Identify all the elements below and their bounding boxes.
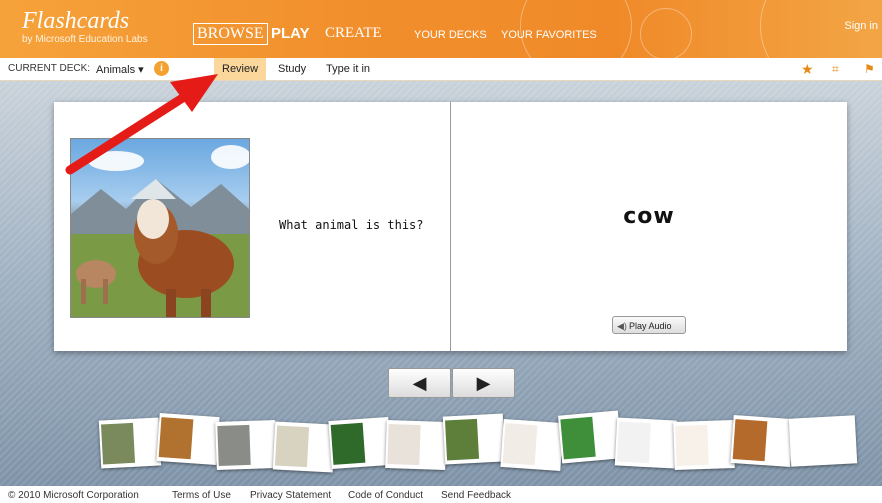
tab-review[interactable]: Review: [214, 58, 267, 80]
thumbnail-card-dog[interactable]: [156, 412, 220, 466]
thumbnail-card-bird[interactable]: [442, 413, 506, 465]
cow-illustration: [71, 145, 249, 317]
thumbnail-card-chicken[interactable]: [500, 418, 564, 472]
thumbnail-card-fish[interactable]: [328, 416, 392, 470]
footer-feedback-link[interactable]: Send Feedback: [441, 490, 511, 501]
info-icon[interactable]: i: [154, 61, 169, 76]
hamster-icon: [387, 424, 421, 466]
cow-photo: [70, 138, 250, 318]
deer-icon: [100, 422, 136, 465]
decor-circle: [640, 8, 692, 58]
speaker-icon: ◀): [617, 321, 627, 331]
lizard-icon: [560, 416, 596, 460]
spider-icon: [616, 421, 652, 464]
flashcard-stage: What animal is this? cow ◀) Play Audio ◀ …: [0, 81, 882, 486]
sign-in-link[interactable]: Sign in: [844, 20, 878, 32]
arrow-left-icon: ◀: [412, 373, 427, 393]
play-audio-button[interactable]: ◀) Play Audio: [612, 316, 686, 334]
nav-browse[interactable]: BROWSE: [193, 23, 268, 45]
top-header: Flashcards by Microsoft Education Labs B…: [0, 0, 882, 58]
app-subtitle: by Microsoft Education Labs: [22, 34, 148, 45]
tab-type-it-in[interactable]: Type it in: [318, 58, 378, 80]
footer-privacy-link[interactable]: Privacy Statement: [250, 490, 331, 501]
arrow-right-icon: ▶: [476, 373, 491, 393]
bird-icon: [444, 418, 480, 461]
thumbnail-card-starfish[interactable]: [673, 419, 735, 471]
page-footer: © 2010 Microsoft Corporation Terms of Us…: [0, 486, 882, 503]
chicken-icon: [502, 423, 538, 466]
thumbnail-card-blank[interactable]: [788, 415, 858, 467]
thumbnail-card-deer[interactable]: [98, 417, 162, 469]
footer-terms-link[interactable]: Terms of Use: [172, 490, 231, 501]
app-title: Flashcards: [22, 8, 130, 34]
deck-selector[interactable]: Animals ▾: [96, 63, 144, 76]
flashcard[interactable]: What animal is this? cow ◀) Play Audio: [54, 102, 847, 351]
app-logo[interactable]: Flashcards by Microsoft Education Labs: [22, 8, 148, 46]
elephant-icon: [217, 424, 251, 466]
card-question: What animal is this?: [279, 218, 424, 232]
deck-toolbar: CURRENT DECK: Animals ▾ i Review Study T…: [0, 58, 882, 81]
card-thumbnail-strip: [98, 410, 860, 473]
current-deck-label: CURRENT DECK:: [8, 63, 91, 74]
thumbnail-card-tiger[interactable]: [730, 414, 794, 468]
thumbnail-card-elephant[interactable]: [215, 419, 277, 471]
thumbnail-card-spider[interactable]: [614, 417, 678, 469]
starfish-icon: [675, 424, 709, 466]
thumbnail-card-hamster[interactable]: [385, 419, 447, 471]
dog-icon: [158, 417, 194, 460]
flag-icon[interactable]: ⚑: [864, 62, 875, 76]
thumbnail-card-frog[interactable]: [272, 421, 336, 473]
nav-play[interactable]: PLAY: [271, 25, 310, 42]
footer-copyright: © 2010 Microsoft Corporation: [8, 490, 139, 501]
frog-icon: [274, 425, 310, 468]
nav-your-favorites[interactable]: YOUR FAVORITES: [501, 29, 597, 41]
previous-card-button[interactable]: ◀: [388, 368, 451, 398]
next-card-button[interactable]: ▶: [452, 368, 515, 398]
star-icon[interactable]: ★: [801, 61, 814, 78]
thumbnail-card-lizard[interactable]: [558, 410, 622, 464]
nav-create[interactable]: CREATE: [325, 25, 382, 42]
tab-study[interactable]: Study: [270, 58, 314, 80]
fish-icon: [330, 422, 366, 465]
footer-conduct-link[interactable]: Code of Conduct: [348, 490, 423, 501]
nav-your-decks[interactable]: YOUR DECKS: [414, 29, 487, 41]
tiger-icon: [732, 419, 768, 462]
fullscreen-icon[interactable]: ⌗: [832, 62, 839, 77]
play-audio-label: Play Audio: [629, 321, 672, 331]
card-answer: cow: [623, 204, 675, 229]
